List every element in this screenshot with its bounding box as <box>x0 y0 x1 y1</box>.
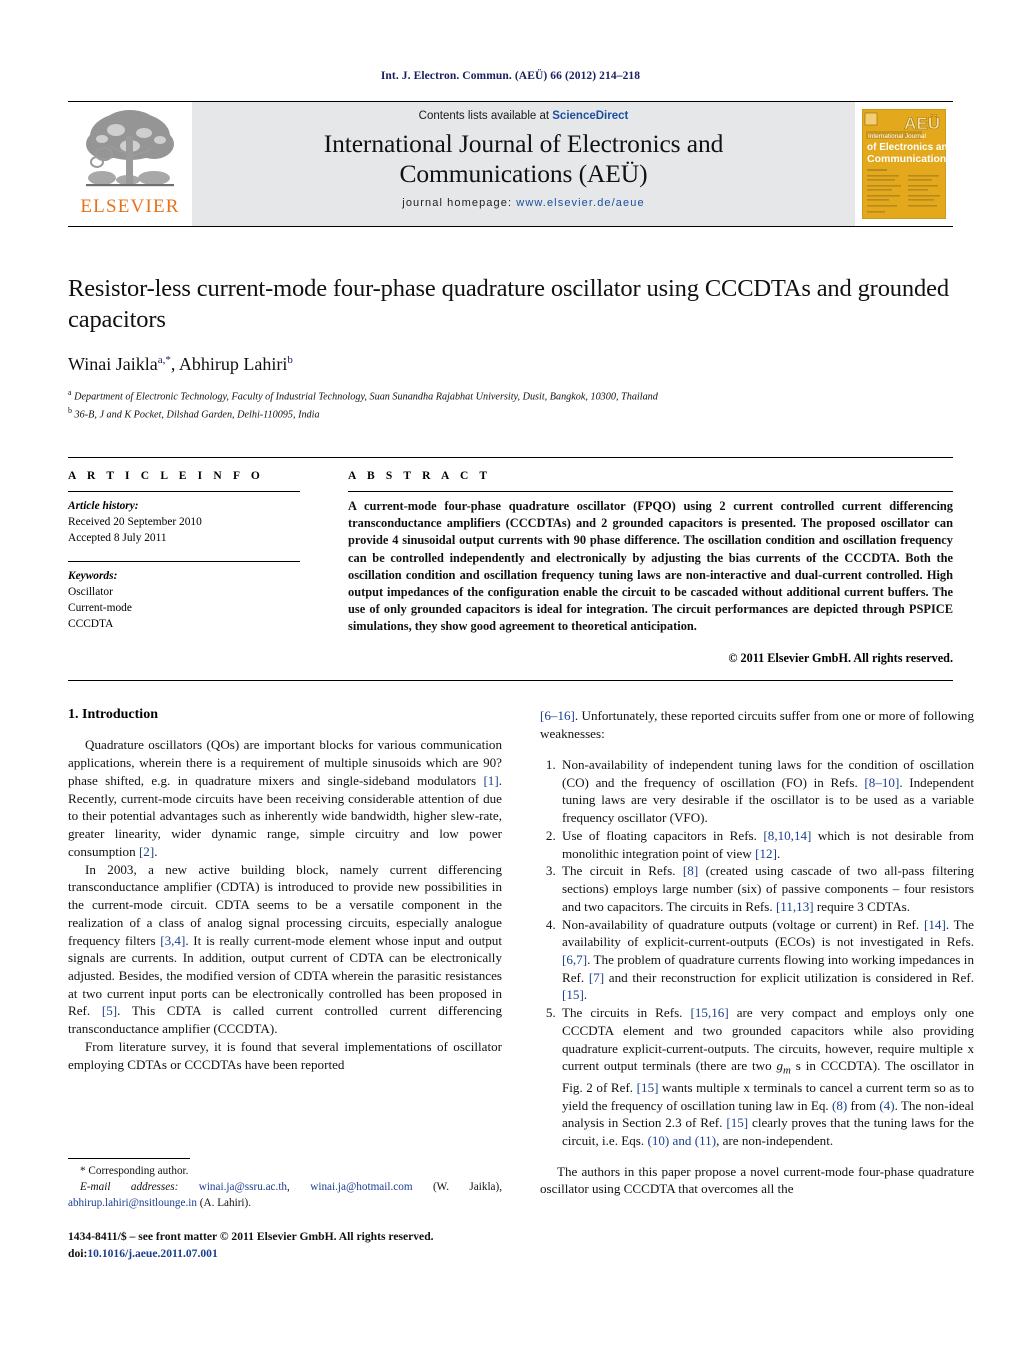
p3-text: From literature survey, it is found that… <box>68 1038 502 1072</box>
email-addresses-note: E-mail addresses: winai.ja@ssru.ac.th, w… <box>68 1180 503 1209</box>
affiliations: a Department of Electronic Technology, F… <box>68 387 953 423</box>
keyword-item: Oscillator <box>68 585 113 598</box>
author-list: Winai Jaiklaa,*, Abhirup Lahirib <box>68 353 293 374</box>
svg-text:International Journal: International Journal <box>868 133 926 140</box>
email-link-1[interactable]: winai.ja@ssru.ac.th <box>199 1181 287 1193</box>
paragraph-intro-1: Quadrature oscillators (QOs) are importa… <box>68 736 502 860</box>
paragraph-intro-3: From literature survey, it is found that… <box>68 1038 502 1073</box>
weakness-list: Non-availability of independent tuning l… <box>540 756 974 1150</box>
email-label: E-mail addresses: <box>80 1180 179 1193</box>
p5-text: The authors in this paper propose a nove… <box>540 1163 974 1197</box>
paragraph-intro-2: In 2003, a new active building block, na… <box>68 861 502 1038</box>
abstract-text: A current-mode four-phase quadrature osc… <box>348 499 953 634</box>
corresponding-mark: * <box>80 1165 86 1177</box>
author-2-name: Abhirup Lahiri <box>178 353 288 374</box>
affiliation-a-mark: a <box>68 387 72 397</box>
abstract-column: A B S T R A C T A current-mode four-phas… <box>348 470 953 666</box>
article-history-received: Received 20 September 2010 <box>68 516 202 529</box>
elsevier-wordmark: ELSEVIER <box>80 196 180 217</box>
list-item: Use of floating capacitors in Refs. [8,1… <box>559 827 974 862</box>
journal-band: Contents lists available at ScienceDirec… <box>192 102 855 226</box>
article-history-label: Article history: <box>68 500 139 513</box>
author-1-marks: a,* <box>157 353 171 366</box>
email-attrib-1: (W. Jaikla), <box>432 1180 503 1193</box>
homepage-label: journal homepage: <box>402 197 517 210</box>
paper-page: Int. J. Electron. Commun. (AEÜ) 66 (2012… <box>0 0 1021 1351</box>
keyword-item: Current-mode <box>68 602 132 614</box>
contents-available-line: Contents lists available at ScienceDirec… <box>419 110 629 122</box>
author-1-name: Winai Jaikla <box>68 353 158 374</box>
affiliation-b: b 36-B, J and K Pocket, Dilshad Garden, … <box>68 405 953 423</box>
issn-line: 1434-8411/$ – see front matter © 2011 El… <box>68 1230 434 1243</box>
affiliation-b-mark: b <box>68 405 72 415</box>
p4-text: [6–16]. Unfortunately, these reported ci… <box>540 708 974 742</box>
email-link-3[interactable]: abhirup.lahiri@nsitlounge.in <box>68 1197 197 1209</box>
article-info-column: A R T I C L E I N F O Article history: R… <box>68 470 300 666</box>
affiliation-a: a Department of Electronic Technology, F… <box>68 387 953 405</box>
affiliation-a-text: Department of Electronic Technology, Fac… <box>74 391 658 403</box>
paragraph-intro-3-continued: [6–16]. Unfortunately, these reported ci… <box>540 707 974 742</box>
article-info-heading: A R T I C L E I N F O <box>68 470 264 483</box>
footnote-rule <box>68 1158 190 1159</box>
author-2-marks: b <box>287 353 293 366</box>
list-item: Non-availability of independent tuning l… <box>559 756 974 827</box>
body-columns: 1. Introduction Quadrature oscillators (… <box>68 707 974 1198</box>
info-rule-top <box>68 491 300 493</box>
left-column: 1. Introduction Quadrature oscillators (… <box>68 707 502 1198</box>
abstract-copyright: © 2011 Elsevier GmbH. All rights reserve… <box>728 651 953 666</box>
journal-title: International Journal of Electronics and… <box>324 129 724 188</box>
info-rule-mid <box>68 560 300 562</box>
article-history-group: Article history: Received 20 September 2… <box>68 498 300 547</box>
contents-prefix: Contents lists available at <box>418 110 553 122</box>
svg-text:Communications: Communications <box>867 153 946 165</box>
corresponding-label: Corresponding author. <box>88 1165 189 1177</box>
corresponding-author-note: * Corresponding author. <box>68 1164 502 1180</box>
abstract-heading: A B S T R A C T <box>348 470 492 483</box>
abstract-rule-top <box>348 491 953 493</box>
elsevier-logo: ELSEVIER <box>68 102 192 226</box>
svg-text:of Electronics and: of Electronics and <box>867 142 946 153</box>
journal-masthead: ELSEVIER Contents lists available at Sci… <box>68 101 953 227</box>
keyword-item: CCCDTA <box>68 618 114 631</box>
cover-image-icon: AEÜ International Journal of Electronics… <box>862 109 946 219</box>
article-history-accepted: Accepted 8 July 2011 <box>68 532 167 545</box>
sciencedirect-link[interactable]: ScienceDirect <box>552 110 628 122</box>
keywords-group: Keywords: Oscillator Current-mode CCCDTA <box>68 568 300 633</box>
doi-label: doi: <box>68 1246 88 1260</box>
list-item: The circuits in Refs. [15,16] are very c… <box>559 1004 974 1150</box>
p1-text: Quadrature oscillators (QOs) are importa… <box>68 737 502 859</box>
p2-text: In 2003, a new active building block, na… <box>68 861 503 1037</box>
doi-link[interactable]: 10.1016/j.aeue.2011.07.001 <box>87 1247 217 1260</box>
title-block: Resistor-less current-mode four-phase qu… <box>68 273 953 423</box>
journal-cover-thumbnail[interactable]: AEÜ International Journal of Electronics… <box>855 102 953 226</box>
email-link-2[interactable]: winai.ja@hotmail.com <box>310 1181 412 1193</box>
running-head: Int. J. Electron. Commun. (AEÜ) 66 (2012… <box>380 70 641 82</box>
homepage-url-link[interactable]: www.elsevier.de/aeue <box>516 197 644 209</box>
page-title: Resistor-less current-mode four-phase qu… <box>68 275 949 334</box>
list-item: Non-availability of quadrature outputs (… <box>559 916 974 1005</box>
right-column: [6–16]. Unfortunately, these reported ci… <box>540 707 974 1198</box>
info-abstract-bottom-rule <box>68 680 953 682</box>
info-abstract-section: A R T I C L E I N F O Article history: R… <box>68 457 953 666</box>
issn-copyright-block: 1434-8411/$ – see front matter © 2011 El… <box>68 1229 568 1263</box>
footnote-block: * Corresponding author. E-mail addresses… <box>68 1158 502 1212</box>
list-item: The circuit in Refs. [8] (created using … <box>559 862 974 915</box>
doi-line: doi:10.1016/j.aeue.2011.07.001 <box>68 1246 568 1263</box>
affiliation-b-text: 36-B, J and K Pocket, Dilshad Garden, De… <box>74 409 320 421</box>
svg-text:AEÜ: AEÜ <box>904 114 940 133</box>
journal-title-line2: Communications (AEÜ) <box>399 158 648 188</box>
keywords-label: Keywords: <box>68 569 118 582</box>
email-attrib-2: (A. Lahiri). <box>199 1196 252 1209</box>
elsevier-tree-icon <box>82 106 178 196</box>
journal-title-line1: International Journal of Electronics and <box>323 129 724 158</box>
paragraph-intro-4: The authors in this paper propose a nove… <box>540 1163 974 1198</box>
section-heading-introduction: 1. Introduction <box>68 707 158 723</box>
journal-homepage: journal homepage: www.elsevier.de/aeue <box>402 197 644 209</box>
